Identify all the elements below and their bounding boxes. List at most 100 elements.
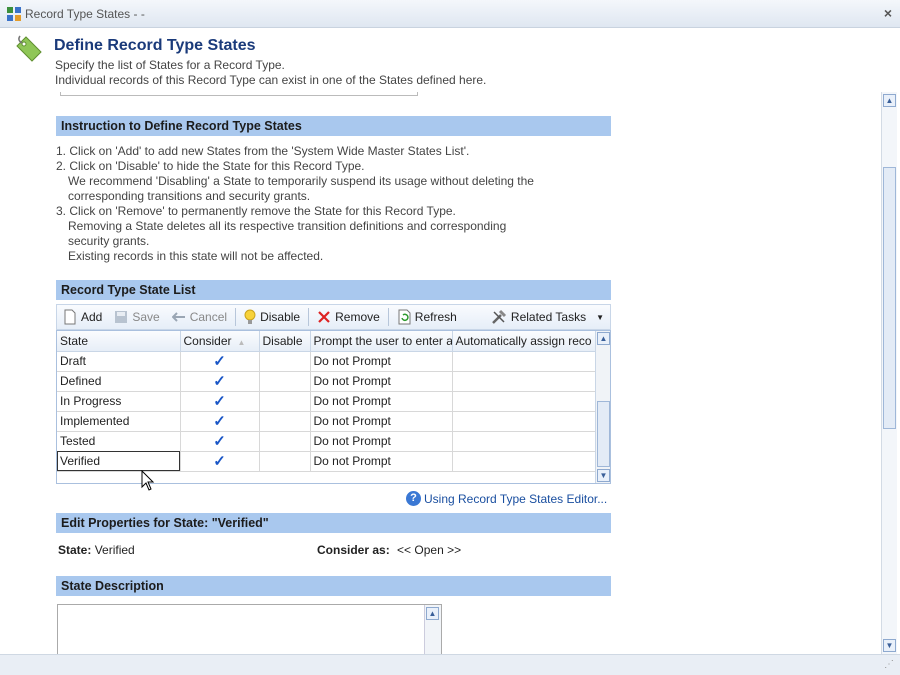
previous-field-edge: [60, 92, 418, 96]
column-header-auto-assign[interactable]: Automatically assign reco: [452, 331, 596, 352]
auto-assign-cell[interactable]: [452, 431, 596, 452]
save-icon: [115, 311, 128, 323]
disable-cell[interactable]: [259, 351, 311, 372]
scroll-up-icon[interactable]: ▲: [883, 94, 896, 107]
prompt-cell[interactable]: Do not Prompt: [310, 411, 453, 432]
column-header-state[interactable]: State: [57, 331, 181, 352]
consider-check-icon[interactable]: ✓: [180, 411, 260, 432]
auto-assign-cell[interactable]: [452, 451, 596, 472]
state-list-heading: Record Type State List: [56, 280, 611, 300]
grid-scrollbar[interactable]: ▲ ▼: [595, 331, 610, 483]
prompt-cell[interactable]: Do not Prompt: [310, 431, 453, 452]
state-cell[interactable]: Implemented: [57, 411, 181, 432]
save-button[interactable]: Save: [108, 306, 165, 328]
toolbar-separator: [387, 308, 389, 326]
consider-check-icon[interactable]: ✓: [180, 431, 260, 452]
scroll-down-icon[interactable]: ▼: [883, 639, 896, 652]
state-cell[interactable]: Draft: [57, 351, 181, 372]
remove-x-icon: [318, 311, 330, 323]
state-label: State:: [58, 543, 92, 557]
scroll-down-icon[interactable]: ▼: [597, 469, 610, 482]
disable-cell[interactable]: [259, 411, 311, 432]
instruction-line: 3. Click on 'Remove' to permanently remo…: [56, 204, 456, 218]
app-icon: [7, 7, 21, 21]
prompt-cell[interactable]: Do not Prompt: [310, 391, 453, 412]
cancel-button[interactable]: Cancel: [166, 306, 233, 328]
refresh-button[interactable]: Refresh: [391, 306, 463, 328]
disable-button[interactable]: Disable: [238, 306, 306, 328]
prompt-cell[interactable]: Do not Prompt: [310, 451, 453, 472]
state-cell-selected[interactable]: Verified: [57, 451, 181, 472]
table-row[interactable]: Verified ✓ Do not Prompt: [57, 451, 596, 472]
mouse-cursor-icon: [141, 470, 155, 491]
scroll-up-icon[interactable]: ▲: [426, 607, 439, 620]
chevron-down-icon: ▼: [596, 312, 604, 322]
state-cell[interactable]: Tested: [57, 431, 181, 452]
consider-check-icon[interactable]: ✓: [180, 351, 260, 372]
toolbar-separator: [235, 308, 237, 326]
prompt-cell[interactable]: Do not Prompt: [310, 371, 453, 392]
instructions-text: 1. Click on 'Add' to add new States from…: [56, 144, 611, 264]
column-header-disable[interactable]: Disable: [259, 331, 311, 352]
status-bar: ⋰: [0, 654, 900, 675]
page-scrollbar[interactable]: ▲ ▼: [881, 92, 897, 654]
table-row[interactable]: Draft ✓ Do not Prompt: [57, 351, 596, 372]
auto-assign-cell[interactable]: [452, 371, 596, 392]
auto-assign-cell[interactable]: [452, 391, 596, 412]
page-header: Define Record Type States Specify the li…: [0, 28, 900, 92]
edit-properties-heading: Edit Properties for State: "Verified": [56, 513, 611, 533]
lightbulb-icon: [244, 309, 256, 324]
table-row[interactable]: Implemented ✓ Do not Prompt: [57, 411, 596, 432]
state-description-input[interactable]: ▲: [57, 604, 442, 654]
help-icon: ?: [406, 491, 421, 506]
disable-cell[interactable]: [259, 391, 311, 412]
state-list-grid: State Consider ▲ Disable Prompt the user …: [56, 330, 611, 484]
remove-button[interactable]: Remove: [311, 306, 386, 328]
instruction-line: security grants.: [68, 234, 150, 248]
table-row[interactable]: Tested ✓ Do not Prompt: [57, 431, 596, 452]
auto-assign-cell[interactable]: [452, 351, 596, 372]
consider-as-label: Consider as:: [317, 543, 390, 557]
column-header-prompt[interactable]: Prompt the user to enter a: [310, 331, 453, 352]
state-description-heading: State Description: [56, 576, 611, 596]
disable-cell[interactable]: [259, 371, 311, 392]
table-row[interactable]: In Progress ✓ Do not Prompt: [57, 391, 596, 412]
column-header-consider[interactable]: Consider ▲: [180, 331, 260, 352]
undo-icon: [171, 312, 185, 322]
state-list-toolbar: Add Save Cancel Disable Remove Refresh R…: [56, 304, 611, 330]
main-content: Instruction to Define Record Type States…: [0, 92, 880, 654]
close-icon[interactable]: ×: [884, 5, 892, 21]
instructions-heading: Instruction to Define Record Type States: [56, 116, 611, 136]
state-properties: State: Verified Consider as: << Open >>: [58, 543, 613, 557]
state-value: Verified: [94, 543, 135, 557]
add-button[interactable]: Add: [57, 306, 108, 328]
consider-check-icon[interactable]: ✓: [180, 391, 260, 412]
description-scrollbar[interactable]: ▲: [424, 605, 441, 654]
consider-check-icon[interactable]: ✓: [180, 451, 260, 472]
scroll-thumb[interactable]: [597, 401, 610, 467]
consider-as-value: << Open >>: [397, 543, 462, 557]
refresh-icon: [398, 309, 411, 325]
disable-cell[interactable]: [259, 431, 311, 452]
auto-assign-cell[interactable]: [452, 411, 596, 432]
disable-cell[interactable]: [259, 451, 311, 472]
instruction-line: We recommend 'Disabling' a State to temp…: [68, 174, 534, 188]
related-tasks-button[interactable]: Related Tasks ▼: [485, 306, 610, 328]
table-row[interactable]: Defined ✓ Do not Prompt: [57, 371, 596, 392]
state-cell[interactable]: Defined: [57, 371, 181, 392]
instruction-line: Existing records in this state will not …: [68, 249, 324, 263]
prompt-cell[interactable]: Do not Prompt: [310, 351, 453, 372]
tools-icon: [492, 309, 506, 324]
resize-grip-icon[interactable]: ⋰: [884, 659, 894, 670]
toolbar-separator: [308, 308, 310, 326]
page-title: Define Record Type States: [54, 37, 256, 54]
add-icon: [64, 309, 76, 325]
help-link[interactable]: ? Using Record Type States Editor...: [406, 491, 607, 506]
scroll-up-icon[interactable]: ▲: [597, 332, 610, 345]
instruction-line: Removing a State deletes all its respect…: [68, 219, 507, 233]
consider-check-icon[interactable]: ✓: [180, 371, 260, 392]
instruction-line: 1. Click on 'Add' to add new States from…: [56, 144, 470, 158]
state-cell[interactable]: In Progress: [57, 391, 181, 412]
page-scroll-thumb[interactable]: [883, 167, 896, 429]
tag-icon: [16, 35, 42, 62]
